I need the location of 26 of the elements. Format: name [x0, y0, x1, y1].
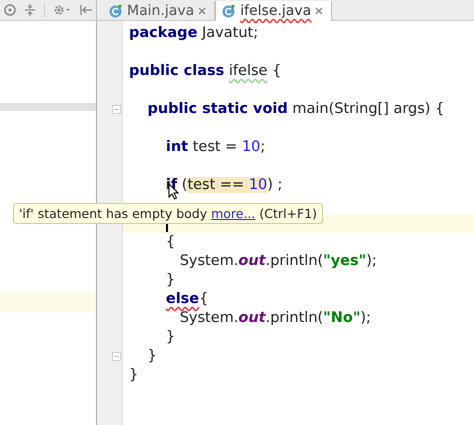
pin-left-icon[interactable]	[79, 4, 93, 16]
close-icon[interactable]	[315, 7, 324, 15]
class-file-icon	[222, 4, 236, 18]
more-link[interactable]: more...	[211, 206, 256, 221]
target-icon[interactable]	[4, 4, 16, 16]
code-line: {	[164, 234, 176, 251]
code-line: System.out.println("yes");	[178, 253, 377, 270]
settings-icon[interactable]	[53, 4, 71, 16]
fold-icon[interactable]	[112, 105, 121, 114]
code-line: }	[146, 348, 157, 365]
shortcut-text: (Ctrl+F1)	[259, 206, 318, 221]
code-line: package Javatut;	[129, 25, 258, 42]
code-line: }	[164, 329, 176, 346]
class-file-icon	[109, 4, 123, 18]
close-icon[interactable]	[198, 6, 206, 14]
code-line: }	[164, 272, 176, 289]
collapse-icon[interactable]	[24, 4, 36, 16]
code-line: int test = 10;	[164, 139, 266, 156]
code-line: public static void main(String[] args) {	[146, 101, 444, 118]
code-line: else{	[164, 291, 208, 308]
code-line: }	[129, 367, 138, 384]
editor-tab[interactable]: ifelse.java	[215, 1, 332, 21]
code-line: System.out.println("No");	[178, 310, 371, 327]
code-line: public class ifelse {	[129, 63, 282, 80]
tooltip-text: 'if' statement has empty body	[19, 206, 208, 221]
fold-icon[interactable]	[112, 352, 121, 361]
